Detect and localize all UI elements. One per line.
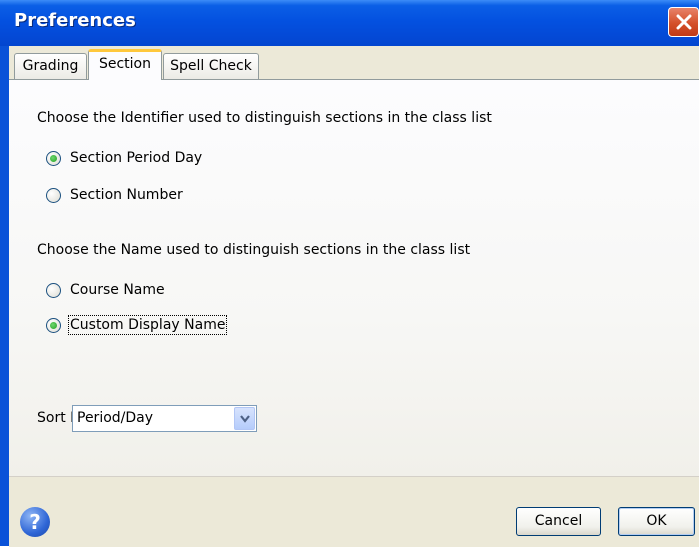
identifier-prompt: Choose the Identifier used to distinguis…: [37, 110, 492, 126]
dialog-client: Grading Section Spell Check Choose the I…: [9, 46, 699, 547]
radio-selected-dot: [50, 155, 57, 162]
radio-label-course-name[interactable]: Course Name: [70, 282, 165, 298]
radio-section-period-day[interactable]: [46, 151, 61, 166]
tab-section[interactable]: Section: [88, 49, 162, 80]
radio-section-number[interactable]: [46, 188, 61, 203]
radio-custom-display-name[interactable]: [46, 318, 61, 333]
radio-label-section-period-day[interactable]: Section Period Day: [70, 150, 202, 166]
radio-course-name[interactable]: [46, 283, 61, 298]
chevron-down-icon: [240, 415, 250, 423]
tab-spell-check[interactable]: Spell Check: [163, 53, 259, 79]
window-title: Preferences: [14, 10, 136, 31]
preferences-dialog: Preferences Grading Section Spell Check …: [0, 0, 699, 547]
close-button[interactable]: [668, 7, 699, 37]
radio-selected-dot: [50, 322, 57, 329]
radio-label-custom-display-name[interactable]: Custom Display Name: [67, 315, 228, 335]
help-icon[interactable]: ?: [20, 507, 50, 537]
section-tab-panel: Choose the Identifier used to distinguis…: [9, 79, 699, 476]
tab-grading[interactable]: Grading: [14, 53, 87, 79]
radio-label-section-number[interactable]: Section Number: [70, 187, 183, 203]
window-frame-left: [0, 46, 9, 546]
sort-by-dropdown-button[interactable]: [234, 407, 255, 430]
sort-by-select[interactable]: Period/Day: [72, 405, 257, 432]
title-bar[interactable]: Preferences: [0, 0, 699, 46]
sort-by-value: Period/Day: [77, 410, 154, 426]
ok-button[interactable]: OK: [618, 507, 695, 536]
dialog-button-bar: ? Cancel OK: [9, 476, 699, 547]
cancel-button[interactable]: Cancel: [516, 507, 601, 536]
close-icon: [676, 14, 692, 30]
tab-strip: Grading Section Spell Check: [9, 46, 699, 80]
name-prompt: Choose the Name used to distinguish sect…: [37, 242, 471, 258]
